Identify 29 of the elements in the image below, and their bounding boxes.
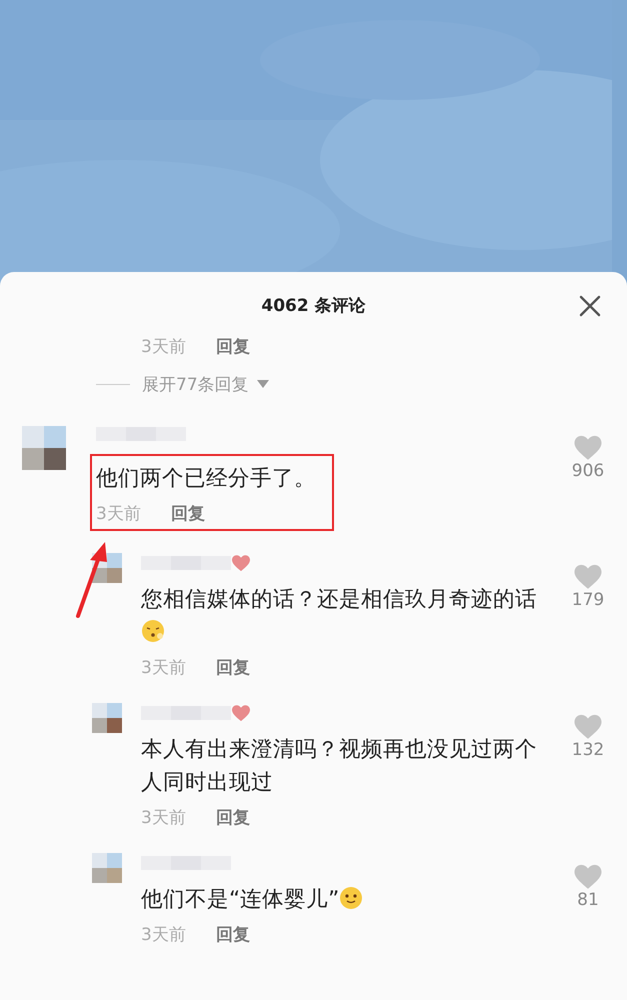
heart-icon[interactable] <box>573 434 603 461</box>
avatar[interactable] <box>92 703 122 733</box>
close-icon <box>579 295 601 317</box>
heart-icon[interactable] <box>573 863 603 890</box>
reply-link[interactable]: 回复 <box>170 503 205 525</box>
comment-text: 他们两个已经分手了。 <box>96 465 316 493</box>
avatar[interactable] <box>22 426 66 470</box>
comment-time: 3天前 <box>141 657 186 679</box>
like-count: 81 <box>577 890 599 910</box>
comment-text: 他们不是“连体婴儿” <box>141 883 537 916</box>
reply-link[interactable]: 回复 <box>216 807 250 829</box>
comment-time: 3天前 <box>141 336 186 358</box>
reply-link[interactable]: 回复 <box>216 657 250 679</box>
reply-link[interactable]: 回复 <box>216 336 250 358</box>
comment-text: 您相信媒体的话？还是相信玖月奇迹的话 <box>141 583 537 649</box>
comment-time: 3天前 <box>141 924 186 946</box>
expand-replies-link[interactable]: 展开77条回复 <box>142 372 249 396</box>
like-count: 179 <box>572 590 604 610</box>
heart-icon[interactable] <box>573 713 603 740</box>
comment-time: 3天前 <box>141 807 186 829</box>
like-count: 906 <box>572 461 604 481</box>
comments-title: 4062 条评论 <box>261 294 366 316</box>
dropdown-triangle-icon <box>256 380 269 388</box>
comment-time: 3天前 <box>96 503 141 525</box>
comment-text: 本人有出来澄清吗？视频再也没见过两个人同时出现过 <box>141 736 537 797</box>
reply-link[interactable]: 回复 <box>216 924 250 946</box>
like-count: 132 <box>572 740 604 760</box>
heart-icon[interactable] <box>573 563 603 590</box>
close-button[interactable] <box>579 295 601 317</box>
